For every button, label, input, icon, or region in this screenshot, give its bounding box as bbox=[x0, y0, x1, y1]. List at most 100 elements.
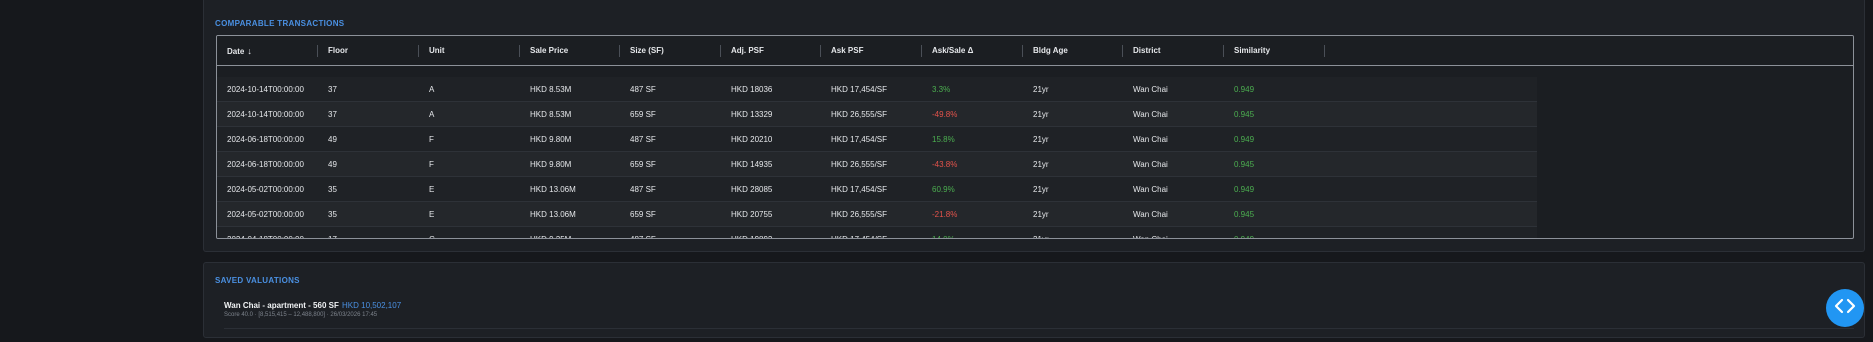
cell-unit: E bbox=[429, 185, 435, 194]
cell-date: 2024-06-18T00:00:00 bbox=[227, 160, 304, 169]
column-label: Date bbox=[227, 47, 245, 56]
cell-size: 659 SF bbox=[630, 210, 656, 219]
column-label: Sale Price bbox=[530, 46, 569, 55]
cell-bldg-age: 21yr bbox=[1033, 110, 1049, 119]
table-row[interactable]: 2024-10-14T00:00:00 37 A HKD 8.53M 487 S… bbox=[217, 77, 1537, 102]
cell-date: 2024-10-14T00:00:00 bbox=[227, 85, 304, 94]
cell-floor: 17 bbox=[318, 227, 337, 238]
column-header-floor[interactable]: Floor bbox=[318, 36, 419, 66]
cell-adj-psf: HKD 20210 bbox=[731, 135, 773, 144]
cell-adj-psf: HKD 14935 bbox=[731, 160, 773, 169]
column-label: Size (SF) bbox=[630, 46, 664, 55]
cell-similarity: 0.949 bbox=[1234, 85, 1255, 94]
cell-ask-psf: HKD 17,454/SF bbox=[831, 135, 888, 144]
cell-unit: C bbox=[419, 227, 435, 238]
cell-size: 487 SF bbox=[630, 135, 656, 144]
cell-size: 487 SF bbox=[630, 85, 656, 94]
cell-date: 2024-10-14T00:00:00 bbox=[227, 110, 304, 119]
table-row[interactable]: 2024-05-02T00:00:00 35 E HKD 13.06M 487 … bbox=[217, 177, 1537, 202]
cell-sale-price: HKD 9.80M bbox=[530, 160, 572, 169]
column-label: Adj. PSF bbox=[731, 46, 764, 55]
cell-ask-psf: HKD 26,555/SF bbox=[831, 160, 888, 169]
column-header-date[interactable]: Date ↓ bbox=[217, 36, 318, 66]
cell-district: Wan Chai bbox=[1133, 85, 1168, 94]
cell-date: 2024-05-02T00:00:00 bbox=[227, 210, 304, 219]
column-resize-handle[interactable] bbox=[1324, 45, 1325, 57]
cell-ask-sale-delta: -43.8% bbox=[932, 160, 958, 169]
cell-unit: A bbox=[429, 85, 435, 94]
cell-floor: 49 bbox=[328, 160, 337, 169]
cell-size: 487 SF bbox=[620, 227, 656, 238]
cell-similarity: 0.949 bbox=[1234, 135, 1255, 144]
column-label: Ask/Sale Δ bbox=[932, 46, 974, 55]
table-row[interactable]: 2024-10-14T00:00:00 37 A HKD 8.53M 659 S… bbox=[217, 102, 1537, 127]
saved-valuation-name: Wan Chai - apartment - 560 SF bbox=[224, 301, 339, 310]
cell-bldg-age: 21yr bbox=[1023, 227, 1049, 238]
cell-unit: A bbox=[429, 110, 435, 119]
code-toggle-button[interactable] bbox=[1826, 289, 1864, 327]
cell-similarity: 0.945 bbox=[1234, 210, 1255, 219]
table-row[interactable]: 2024-06-18T00:00:00 49 F HKD 9.80M 659 S… bbox=[217, 152, 1537, 177]
cell-similarity: 0.949 bbox=[1224, 227, 1254, 238]
cell-adj-psf: HKD 20755 bbox=[731, 210, 773, 219]
cell-district: Wan Chai bbox=[1133, 185, 1168, 194]
cell-unit: F bbox=[429, 160, 434, 169]
cell-floor: 35 bbox=[328, 185, 337, 194]
cell-ask-psf: HKD 17,454/SF bbox=[831, 85, 888, 94]
cell-similarity: 0.945 bbox=[1234, 110, 1255, 119]
table-row[interactable]: 2024-04-18T00:00:00 17 C HKD 9.25M 487 S… bbox=[217, 227, 1537, 238]
cell-sale-price: HKD 9.80M bbox=[530, 135, 572, 144]
cell-floor: 35 bbox=[328, 210, 337, 219]
cell-ask-sale-delta: 3.3% bbox=[932, 85, 951, 94]
cell-sale-price: HKD 8.53M bbox=[530, 110, 572, 119]
cell-adj-psf: HKD 19892 bbox=[721, 227, 772, 238]
sort-desc-icon[interactable]: ↓ bbox=[247, 46, 252, 56]
comparable-transactions-card: COMPARABLE TRANSACTIONS Date ↓ Floor Unit… bbox=[203, 0, 1865, 252]
column-header-ask-sale-delta[interactable]: Ask/Sale Δ bbox=[922, 36, 1023, 66]
section-title-comparables: COMPARABLE TRANSACTIONS bbox=[215, 19, 345, 28]
cell-bldg-age: 21yr bbox=[1033, 185, 1049, 194]
column-header-size[interactable]: Size (SF) bbox=[620, 36, 721, 66]
column-header-ask-psf[interactable]: Ask PSF bbox=[821, 36, 922, 66]
column-header-bldg-age[interactable]: Bldg Age bbox=[1023, 36, 1123, 66]
cell-size: 659 SF bbox=[630, 110, 656, 119]
saved-valuation-item[interactable]: Wan Chai - apartment - 560 SF HKD 10,502… bbox=[224, 299, 1854, 329]
column-label: District bbox=[1133, 46, 1161, 55]
cell-district: Wan Chai bbox=[1133, 135, 1168, 144]
cell-size: 659 SF bbox=[630, 160, 656, 169]
cell-ask-sale-delta: 15.8% bbox=[932, 135, 955, 144]
cell-district: Wan Chai bbox=[1133, 110, 1168, 119]
cell-sale-price: HKD 13.06M bbox=[530, 210, 576, 219]
cell-unit: F bbox=[429, 135, 434, 144]
cell-ask-sale-delta: 14.0% bbox=[922, 227, 955, 238]
column-header-sale-price[interactable]: Sale Price bbox=[520, 36, 620, 66]
cell-ask-psf: HKD 26,555/SF bbox=[831, 210, 888, 219]
cell-similarity: 0.945 bbox=[1234, 160, 1255, 169]
saved-valuation-meta: Score 40.0 · [8,515,415 – 12,488,800] · … bbox=[224, 312, 378, 318]
column-header-similarity[interactable]: Similarity bbox=[1224, 36, 1325, 66]
column-label: Unit bbox=[429, 46, 445, 55]
saved-valuation-value: HKD 10,502,107 bbox=[342, 301, 402, 310]
cell-date: 2024-06-18T00:00:00 bbox=[227, 135, 304, 144]
column-header-adj-psf[interactable]: Adj. PSF bbox=[721, 36, 821, 66]
cell-adj-psf: HKD 28085 bbox=[731, 185, 773, 194]
cell-adj-psf: HKD 18036 bbox=[731, 85, 773, 94]
cell-ask-psf: HKD 17,454/SF bbox=[821, 227, 887, 238]
column-label: Bldg Age bbox=[1033, 46, 1068, 55]
column-header-district[interactable]: District bbox=[1123, 36, 1224, 66]
table-row[interactable]: 2024-05-02T00:00:00 35 E HKD 13.06M 659 … bbox=[217, 202, 1537, 227]
column-label: Ask PSF bbox=[831, 46, 864, 55]
cell-ask-sale-delta: -49.8% bbox=[932, 110, 958, 119]
cell-date: 2024-05-02T00:00:00 bbox=[227, 185, 304, 194]
cell-adj-psf: HKD 13329 bbox=[731, 110, 773, 119]
column-header-unit[interactable]: Unit bbox=[419, 36, 520, 66]
cell-floor: 49 bbox=[328, 135, 337, 144]
cell-bldg-age: 21yr bbox=[1033, 135, 1049, 144]
saved-valuations-card: SAVED VALUATIONS Wan Chai - apartment - … bbox=[203, 262, 1865, 338]
comparables-table: Date ↓ Floor Unit Sale Price Size (SF) Ad… bbox=[216, 35, 1854, 239]
table-row[interactable]: 2024-06-18T00:00:00 49 F HKD 9.80M 487 S… bbox=[217, 127, 1537, 152]
cell-floor: 37 bbox=[328, 85, 337, 94]
cell-ask-sale-delta: 60.9% bbox=[932, 185, 955, 194]
cell-district: Wan Chai bbox=[1133, 210, 1168, 219]
table-header: Date ↓ Floor Unit Sale Price Size (SF) Ad… bbox=[217, 36, 1853, 66]
